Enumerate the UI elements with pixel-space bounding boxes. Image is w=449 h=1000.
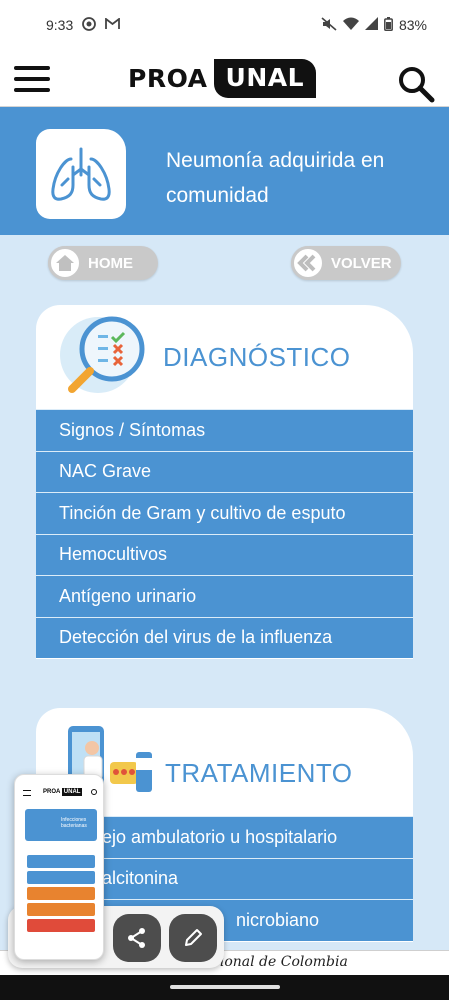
preview-header: PROA UNAL — [15, 775, 103, 813]
diagnostico-menu: Signos / Síntomas NAC Grave Tinción de G… — [36, 409, 413, 658]
menu-item-tincion-gram[interactable]: Tinción de Gram y cultivo de esputo — [36, 492, 413, 534]
hamburger-icon[interactable] — [14, 66, 52, 94]
back-chevrons-icon — [291, 246, 325, 280]
topic-banner: Neumonía adquirida en comunidad — [0, 107, 449, 235]
magnifier-checklist-icon — [54, 311, 154, 404]
preview-logo-proa: PROA — [43, 789, 61, 795]
diagnostico-card: DIAGNÓSTICO Signos / Síntomas NAC Grave … — [36, 305, 413, 659]
preview-row — [27, 919, 95, 932]
search-icon[interactable] — [396, 64, 436, 104]
system-nav-bar — [0, 975, 449, 1000]
home-label: HOME — [88, 254, 133, 272]
app-header: PROA UNAL — [0, 50, 449, 107]
signal-icon — [364, 17, 378, 33]
menu-item-virus-influenza[interactable]: Detección del virus de la influenza — [36, 616, 413, 658]
lungs-icon — [36, 129, 126, 219]
share-icon[interactable] — [113, 914, 161, 962]
screenshot-preview-thumbnail[interactable]: PROA UNAL Infecciones bacterianas — [14, 774, 104, 960]
tratamiento-title: TRATAMIENTO — [165, 758, 353, 788]
preview-banner: Infecciones bacterianas — [25, 809, 97, 841]
home-icon — [48, 246, 82, 280]
preview-row — [27, 871, 95, 884]
diagnostico-header: DIAGNÓSTICO — [36, 305, 413, 409]
menu-item-signos-sintomas[interactable]: Signos / Síntomas — [36, 409, 413, 451]
status-time: 9:33 — [46, 17, 74, 33]
page-title: Neumonía adquirida en comunidad — [166, 149, 385, 207]
status-bar: 9:33 83% — [0, 0, 449, 50]
home-button[interactable]: HOME — [48, 246, 158, 280]
logo-unal-text: UNAL — [213, 58, 317, 98]
preview-logo: PROA UNAL — [43, 788, 83, 796]
back-label: VOLVER — [331, 254, 392, 272]
back-button[interactable]: VOLVER — [291, 246, 401, 280]
battery-level: 83% — [398, 17, 427, 33]
wifi-icon — [342, 17, 359, 33]
gmail-icon — [105, 17, 121, 33]
preview-logo-unal: UNAL — [61, 788, 83, 796]
menu-item-antigeno-urinario[interactable]: Antígeno urinario — [36, 575, 413, 617]
preview-search-icon — [91, 789, 97, 795]
preview-row — [27, 887, 95, 900]
preview-row — [27, 855, 95, 868]
face-circle-icon — [82, 16, 97, 34]
battery-icon — [384, 16, 393, 34]
menu-item-nac-grave[interactable]: NAC Grave — [36, 450, 413, 492]
proa-unal-logo: PROA UNAL — [128, 54, 317, 102]
preview-menu-icon — [23, 790, 31, 796]
preview-row — [27, 903, 95, 916]
logo-proa-text: PROA — [128, 63, 208, 93]
gesture-handle[interactable] — [170, 985, 280, 989]
pencil-icon[interactable] — [169, 914, 217, 962]
mute-icon — [321, 16, 337, 34]
diagnostico-title: DIAGNÓSTICO — [163, 342, 351, 372]
menu-item-hemocultivos[interactable]: Hemocultivos — [36, 533, 413, 575]
preview-banner-title: Infecciones bacterianas — [61, 817, 87, 829]
